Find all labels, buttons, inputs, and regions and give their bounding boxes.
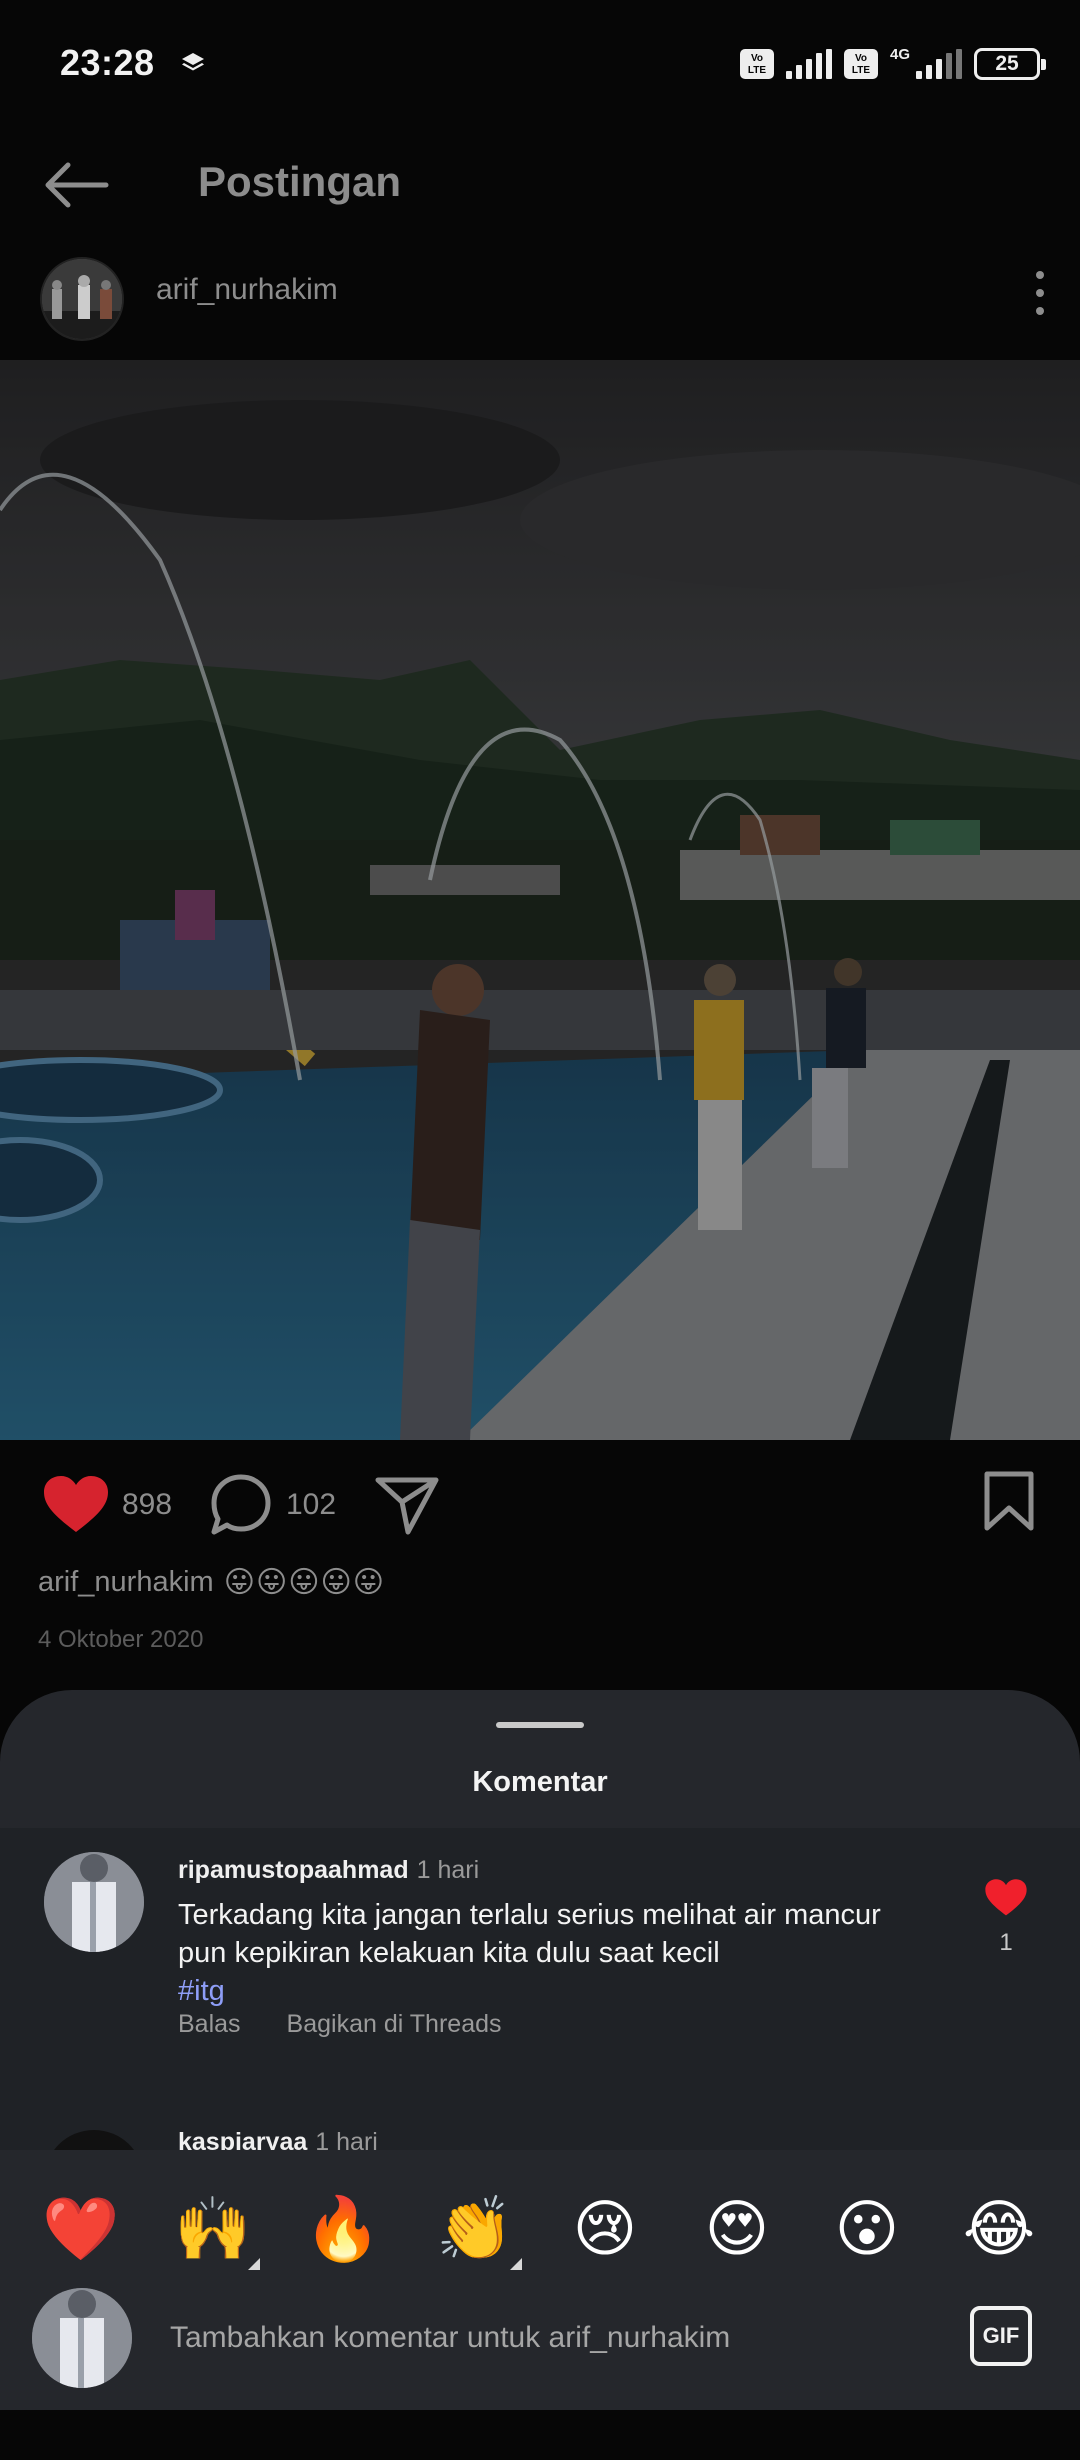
status-time: 23:28 [60, 42, 155, 83]
post-caption: arif_nurhakim 😛😛😛😛😛 [38, 1565, 385, 1600]
emoji-laughing[interactable]: 😂 [954, 2188, 1044, 2272]
avatar[interactable] [44, 2130, 144, 2150]
page-title: Postingan [198, 158, 402, 205]
emoji-raising-hands[interactable]: 🙌 [168, 2188, 260, 2272]
comment-text: Terkadang kita jangan terlalu serius mel… [178, 1896, 898, 2010]
like-action: 898 [42, 1474, 172, 1536]
comment-username[interactable]: ripamustopaahmad 1 hari [178, 1856, 479, 1885]
comment-time: 1 hari [315, 2128, 378, 2150]
bookmark-icon[interactable] [982, 1470, 1036, 1532]
share-icon[interactable] [374, 1474, 440, 1536]
signal-icon [785, 49, 832, 79]
system-nav-bar [0, 2410, 1080, 2460]
layers-icon [182, 53, 204, 71]
post-photo[interactable] [0, 360, 1080, 1440]
heart-icon[interactable] [42, 1474, 110, 1536]
post-date: 4 Oktober 2020 [38, 1626, 204, 1653]
sheet-title: Komentar [472, 1766, 608, 1798]
emoji-heart-eyes[interactable]: 😍 [692, 2188, 782, 2272]
volte-icon: Vo LTE [843, 49, 878, 79]
avatar[interactable] [32, 2288, 132, 2388]
emoji-surprised[interactable]: 😮 [822, 2188, 912, 2272]
comments-list[interactable]: ripamustopaahmad 1 hari Terkadang kita ja… [0, 1828, 1080, 2150]
arrow-left-icon[interactable] [40, 155, 110, 215]
avatar[interactable] [44, 1852, 144, 1952]
comment-time: 1 hari [416, 1856, 480, 1884]
emoji-clapping[interactable]: 👏 [430, 2188, 522, 2272]
comment-count[interactable]: 102 [286, 1488, 336, 1522]
comment-actions: Balas Bagikan di Threads [178, 2010, 502, 2039]
avatar[interactable] [40, 257, 124, 341]
volte-icon: Vo LTE [739, 49, 774, 79]
network-type: 4G [889, 45, 910, 63]
top-app-bar: Postingan [0, 130, 1080, 240]
like-count[interactable]: 898 [122, 1488, 172, 1522]
battery-icon: 25 [974, 48, 1046, 80]
signal-icon [916, 49, 962, 79]
heart-icon[interactable] [984, 1878, 1028, 1918]
emoji-heart[interactable]: ❤️ [36, 2188, 126, 2272]
comment-input[interactable] [170, 2310, 930, 2366]
quick-emoji-bar: ❤️ 🙌 🔥 👏 😢 😍 😮 😂 [0, 2180, 1080, 2280]
post-actions: 898 102 [0, 1440, 1080, 1570]
drag-handle[interactable] [496, 1722, 584, 1728]
more-icon[interactable] [1030, 265, 1050, 321]
comment-like-count: 1 [999, 1929, 1013, 1956]
comment-username[interactable]: kaspiaryaa 1 hari [178, 2128, 378, 2150]
comment-like: 1 [984, 1878, 1028, 1957]
emoji-crying[interactable]: 😢 [560, 2188, 650, 2272]
author-username[interactable]: arif_nurhakim [156, 273, 338, 307]
battery-level: 25 [995, 52, 1019, 75]
caption-text: 😛😛😛😛😛 [223, 1566, 386, 1599]
comment-composer: GIF [0, 2280, 1080, 2410]
status-icons: Vo LTE Vo LTE 4G 25 [739, 44, 1046, 84]
skin-tone-indicator-icon [248, 2258, 260, 2270]
reply-button[interactable]: Balas [178, 2010, 241, 2039]
post-author-row: arif_nurhakim [0, 245, 1080, 345]
gif-button[interactable]: GIF [970, 2306, 1032, 2366]
skin-tone-indicator-icon [510, 2258, 522, 2270]
comment-action: 102 [208, 1472, 336, 1538]
hashtag-link[interactable]: #itg [178, 1972, 898, 2010]
status-bar: 23:28 Vo LTE Vo LTE 4G 25 [0, 0, 1080, 130]
comment-icon[interactable] [208, 1472, 274, 1538]
share-threads-button[interactable]: Bagikan di Threads [287, 2010, 502, 2039]
emoji-fire[interactable]: 🔥 [298, 2188, 388, 2272]
caption-username[interactable]: arif_nurhakim [38, 1566, 214, 1599]
